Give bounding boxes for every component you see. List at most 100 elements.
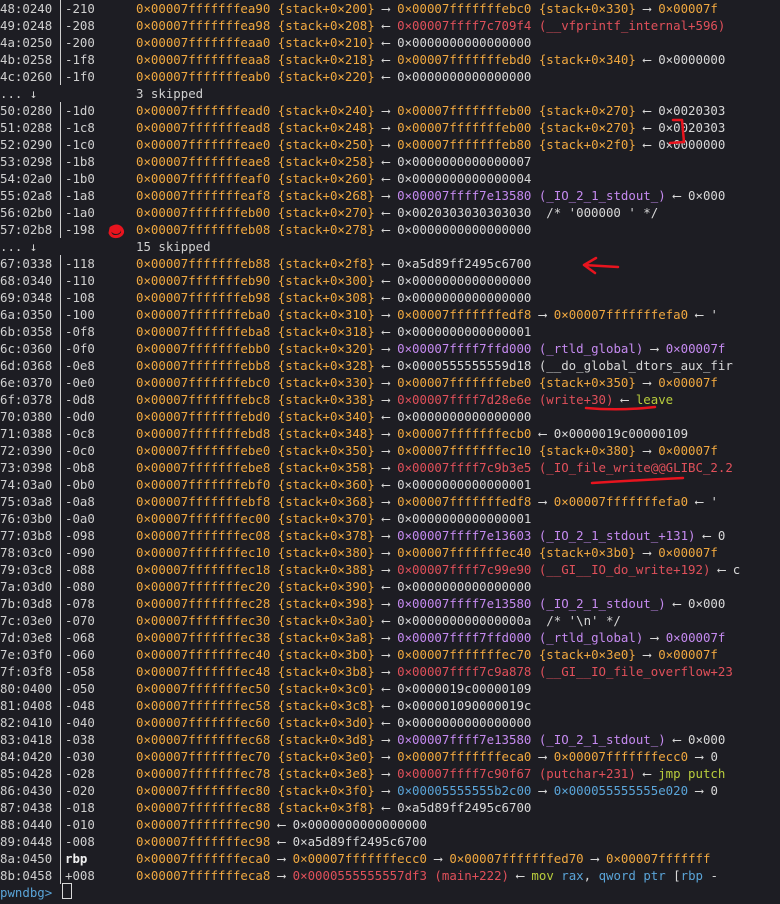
row-index: 87:0438: [0, 800, 53, 815]
value-token: ⟵ 0×0000000000000000: [374, 715, 532, 730]
stack-row: 7a:03d0 -080 0×00007fffffffec20 {stack+0×3…: [0, 578, 780, 595]
value-token: ⟵ 0×000001090000019c: [374, 698, 532, 713]
row-index: 84:0420: [0, 749, 53, 764]
row-value: 0×00007fffffffec10 {stack+0×380} ⟶ 0×000…: [136, 544, 718, 561]
row-offset: -018: [65, 800, 95, 815]
value-token: 0×00007ffff7c9a878 (__GI__IO_file_overfl…: [397, 664, 733, 679]
stack-row: 53:0298 -1b8 0×00007fffffffeae8 {stack+0×2…: [0, 153, 780, 170]
row-index: 48:0240: [0, 1, 53, 16]
stack-row: 4c:0260 -1f0 0×00007fffffffeab0 {stack+0×2…: [0, 68, 780, 85]
value-token: ⟵ ': [688, 494, 718, 509]
value-token: ⟵ 0×0000555555559d18 (__do_global_dtors_…: [374, 358, 733, 373]
row-offset: -198: [65, 222, 95, 237]
value-token: 0×00007ffff7c9b3e5 (_IO_file_write@@GLIB…: [397, 460, 733, 475]
row-value: 0×00007fffffffebd0 {stack+0×340} ⟵ 0×000…: [136, 408, 531, 425]
row-offset: -1f8: [65, 52, 95, 67]
row-index: 7c:03e0: [0, 613, 53, 628]
column-divider: [60, 765, 61, 782]
value-token: 0×00007fffffffebf8 {stack+0×368}: [136, 494, 375, 509]
row-index: 7f:03f8: [0, 664, 53, 679]
value-token: ⟶: [374, 545, 398, 560]
row-value: 0×00007fffffffeaa8 {stack+0×218} ⟵ 0×000…: [136, 51, 725, 68]
value-token: ⟵ 0×0020303: [635, 120, 726, 135]
value-token: ⟵ 0: [695, 528, 726, 543]
value-token: 0×00007fffffffebe0 {stack+0×350}: [397, 375, 636, 390]
row-value: 0×00007fffffffebf8 {stack+0×368} ⟶ 0×000…: [136, 493, 718, 510]
value-token: 0×00007fffffffec00 {stack+0×370}: [136, 511, 375, 526]
column-divider: [60, 289, 61, 306]
value-token: ⟵ 0×0020303: [635, 103, 726, 118]
value-token: 0×00007fffffffebb0 {stack+0×320}: [136, 341, 375, 356]
value-token: 0×00007fffffffec88 {stack+0×3f8}: [136, 800, 375, 815]
value-token: ⟵ 0×0000000000000000: [374, 579, 532, 594]
value-token: 0×00007ffff7d28e6e (write+30): [397, 392, 614, 407]
row-index: 6d:0368: [0, 358, 53, 373]
value-token: ⟶: [643, 341, 666, 356]
row-offset: +008: [65, 868, 95, 883]
row-value: 0×00007fffffffeae8 {stack+0×258} ⟵ 0×000…: [136, 153, 531, 170]
row-index: 55:02a8: [0, 188, 53, 203]
value-token: 0×00007fffffffedf8: [397, 494, 532, 509]
value-token: qword ptr: [598, 868, 666, 883]
value-token: 0×00007fffffff: [606, 851, 711, 866]
value-token: 0×00007f: [658, 443, 718, 458]
row-value: 0×00007fffffffec38 {stack+0×3a8} ⟶ 0×000…: [136, 629, 725, 646]
row-offset: -090: [65, 545, 95, 560]
column-divider: [60, 187, 61, 204]
value-token: 0×00007fffffffed70: [449, 851, 584, 866]
row-offset: -118: [65, 256, 95, 271]
row-offset: -210: [65, 1, 95, 16]
value-token: ⟵ 0×000: [665, 732, 726, 747]
column-divider: [60, 544, 61, 561]
row-value: 0×00007fffffffea90 {stack+0×200} ⟶ 0×000…: [136, 0, 718, 17]
value-token: 0×00007fffffffecc0: [292, 851, 427, 866]
value-token: ⟶: [270, 868, 293, 883]
row-offset: -1a8: [65, 188, 95, 203]
skipped-marker: ... ↓ 15 skipped: [0, 238, 780, 255]
stack-row: 74:03a0 -0b0 0×00007fffffffebf0 {stack+0×3…: [0, 476, 780, 493]
column-divider: [60, 476, 61, 493]
row-index: 6e:0370: [0, 375, 53, 390]
row-offset: -208: [65, 18, 95, 33]
stack-row: 7d:03e8 -068 0×00007fffffffec38 {stack+0×3…: [0, 629, 780, 646]
row-offset: -010: [65, 817, 95, 832]
row-value: 0×00007fffffffec50 {stack+0×3c0} ⟵ 0×000…: [136, 680, 531, 697]
value-token: ⟶: [531, 494, 554, 509]
row-offset: -050: [65, 681, 95, 696]
row-value: 0×00007fffffffec40 {stack+0×3b0} ⟶ 0×000…: [136, 646, 718, 663]
value-token: ⟵ 0×0000000000000001: [374, 511, 532, 526]
row-offset: -088: [65, 562, 95, 577]
value-token: ⟵ 0×0000000: [635, 137, 726, 152]
column-divider: [60, 816, 61, 833]
value-token: ⟶: [374, 188, 398, 203]
stack-row: 70:0380 -0d0 0×00007fffffffebd0 {stack+0×3…: [0, 408, 780, 425]
value-token: ⟵ 0×0000000000000000: [374, 273, 532, 288]
row-offset: -060: [65, 647, 95, 662]
row-value: 0×00007fffffffec18 {stack+0×388} ⟶ 0×000…: [136, 561, 740, 578]
row-index: 6c:0360: [0, 341, 53, 356]
row-index: 82:0410: [0, 715, 53, 730]
value-token: ⟶: [374, 630, 398, 645]
value-token: ⟵ 0×0000000000000001: [374, 324, 532, 339]
value-token: ⟶: [374, 426, 398, 441]
value-token: ⟵ 0×000000000000000a /* '\n' */: [374, 613, 621, 628]
row-index: 8b:0458: [0, 868, 53, 883]
row-value: 0×00007fffffffead8 {stack+0×248} ⟶ 0×000…: [136, 119, 725, 136]
value-token: 0×00007fffffffec58 {stack+0×3c8}: [136, 698, 375, 713]
value-token: 0×00007fffffffec40 {stack+0×3b0}: [136, 647, 375, 662]
value-token: 0×00007fffffffebc0 {stack+0×330}: [397, 1, 636, 16]
value-token: ⟶: [635, 647, 659, 662]
row-index: 86:0430: [0, 783, 53, 798]
column-divider: [60, 340, 61, 357]
row-value: 0×00007fffffffebc0 {stack+0×330} ⟶ 0×000…: [136, 374, 718, 391]
value-token: ⟶: [374, 562, 398, 577]
value-token: ⟶: [374, 375, 398, 390]
row-offset: -108: [65, 290, 95, 305]
row-value: 0×00007fffffffead0 {stack+0×240} ⟶ 0×000…: [136, 102, 725, 119]
value-token: 0×00007ffff7e13580 (_IO_2_1_stdout_): [397, 596, 666, 611]
command-prompt[interactable]: pwndbg>: [0, 883, 72, 900]
value-token: ⟶: [635, 545, 659, 560]
column-divider: [60, 782, 61, 799]
value-token: 0×00007fffffffeb98 {stack+0×308}: [136, 290, 375, 305]
value-token: 0×00007fffffffeae0 {stack+0×250}: [136, 137, 375, 152]
